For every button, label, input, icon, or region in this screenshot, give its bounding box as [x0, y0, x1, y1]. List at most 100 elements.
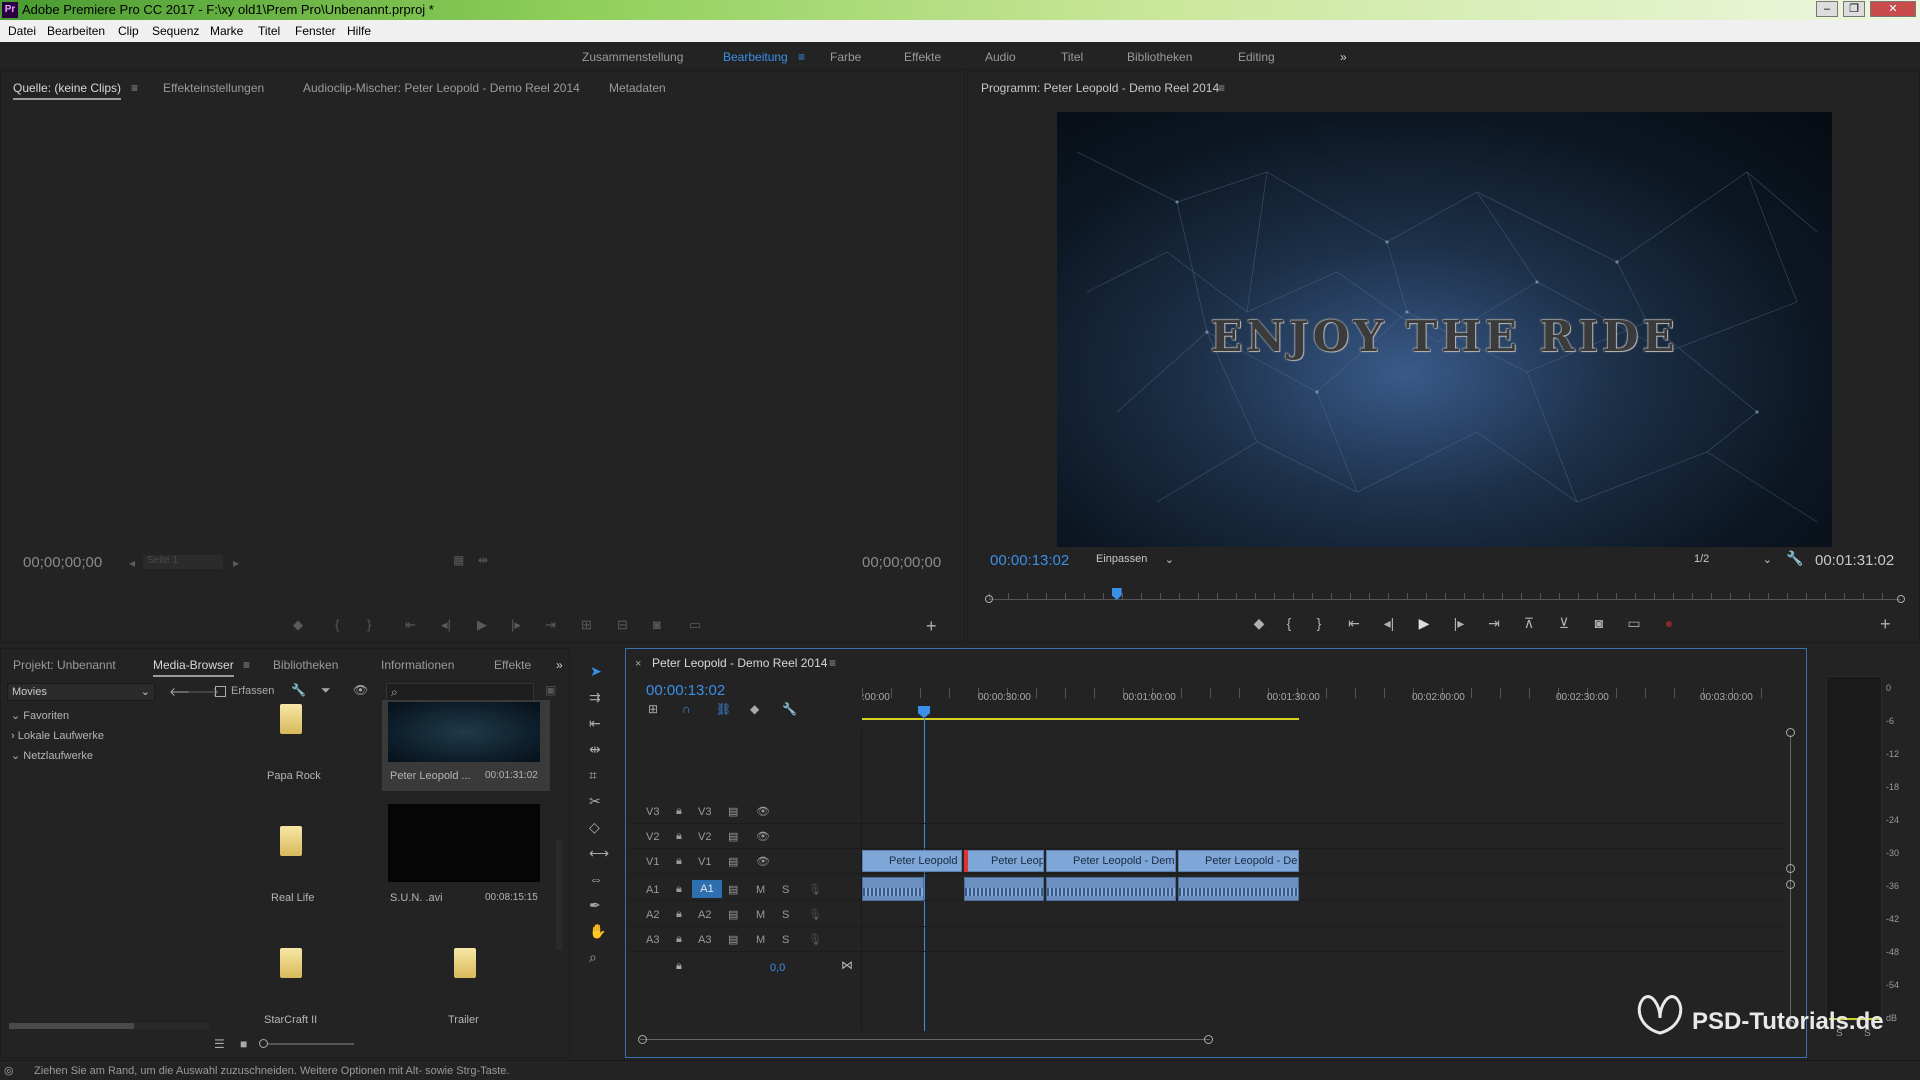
program-fit-select[interactable]: Einpassen ⌄ [1092, 552, 1176, 568]
program-resolution-select[interactable]: 1/2 ⌄ [1690, 552, 1774, 568]
workspace-overflow-icon[interactable]: » [1340, 50, 1347, 64]
icon-view-icon[interactable]: ■ [240, 1037, 247, 1051]
menu-datei[interactable]: Datei [8, 24, 36, 38]
media-item[interactable]: Papa Rock [212, 700, 377, 791]
lock-icon[interactable]: 🔒︎ [676, 908, 682, 921]
track-target-a1[interactable]: A1 [646, 884, 659, 896]
add-marker-icon[interactable]: ◆ [750, 702, 759, 716]
selection-tool-icon[interactable]: ➤ [590, 663, 602, 680]
eye-icon[interactable]: 👁 [756, 855, 770, 868]
sync-lock-icon[interactable]: ▤ [728, 933, 738, 946]
sync-lock-icon[interactable]: ▤ [728, 830, 738, 843]
video-clip[interactable]: Peter Leop [964, 850, 1044, 872]
tree-item-local-drives[interactable]: › Lokale Laufwerke [11, 726, 104, 746]
view-icon[interactable]: 👁 [353, 683, 368, 697]
tree-item-favorites[interactable]: ⌄ Favoriten [11, 706, 104, 726]
tree-scrollbar-thumb[interactable] [9, 1023, 134, 1029]
source-fit-icon[interactable]: ▦ [453, 553, 464, 567]
program-marker-icon[interactable]: ◆ [1250, 615, 1268, 632]
timeline-hscroll[interactable] [640, 1039, 1210, 1040]
zoom-slider[interactable] [259, 1039, 354, 1048]
work-area-bar[interactable] [862, 718, 1299, 720]
sync-lock-icon[interactable]: ▤ [728, 908, 738, 921]
eye-icon[interactable]: 👁 [756, 830, 770, 843]
rolling-edit-tool-icon[interactable]: ⇹ [589, 741, 601, 758]
program-video-frame[interactable]: ENJOY THE RIDE [1057, 112, 1832, 547]
program-mark-in-icon[interactable]: { [1280, 615, 1298, 631]
audio-clip[interactable] [964, 877, 1044, 901]
program-menu-icon[interactable]: ≡ [1218, 81, 1225, 95]
close-icon[interactable]: ✕ [1870, 1, 1916, 17]
lock-icon[interactable]: 🔒︎ [676, 805, 682, 818]
filter-icon[interactable]: ⏷ [321, 683, 331, 698]
list-view-icon[interactable]: ☰ [214, 1037, 225, 1051]
razor-tool-icon[interactable]: ✂ [589, 793, 601, 810]
source-mark-in-icon[interactable]: { [335, 617, 339, 632]
workspace-audio[interactable]: Audio [985, 50, 1016, 64]
vscroll-handle[interactable] [1786, 864, 1795, 873]
program-extract-icon[interactable]: ⊻ [1555, 615, 1573, 632]
program-scrubber[interactable] [985, 588, 1905, 606]
program-add-icon[interactable]: + [1880, 614, 1891, 635]
program-lift-icon[interactable]: ⊼ [1520, 615, 1538, 632]
lock-icon[interactable]: 🔒︎ [676, 830, 682, 843]
timeline-settings-icon[interactable]: 🔧 [782, 702, 797, 716]
program-step-forward-icon[interactable]: |▸ [1450, 615, 1468, 632]
timeline-close-icon[interactable]: × [635, 658, 641, 670]
media-item[interactable]: StarCraft II [212, 922, 377, 1037]
source-insert-icon[interactable]: ⊞ [581, 617, 592, 633]
timeline-playhead-handle[interactable] [918, 706, 930, 718]
mute-button[interactable]: M [756, 934, 765, 946]
edit-point[interactable] [964, 850, 968, 872]
tab-source[interactable]: Quelle: (keine Clips) [13, 81, 122, 100]
tab-effect-controls[interactable]: Effekteinstellungen [163, 81, 264, 95]
timeline-ruler[interactable]: :00:00 00:00:30:00 00:01:00:00 00:01:30:… [862, 688, 1786, 722]
microphone-icon[interactable]: 🎙 [808, 933, 822, 946]
timeline-title[interactable]: Peter Leopold - Demo Reel 2014 [652, 656, 827, 670]
slide-tool-icon[interactable]: ⟷ [589, 845, 609, 862]
page-prev-icon[interactable]: ◂ [129, 556, 135, 570]
program-mark-out-icon[interactable]: } [1310, 615, 1328, 631]
media-item-selected[interactable]: Peter Leopold ... 00:01:31:02 [382, 700, 550, 791]
sync-lock-icon[interactable]: ▤ [728, 855, 738, 868]
master-volume-value[interactable]: 0,0 [770, 962, 785, 974]
maximize-icon[interactable]: ❐ [1843, 1, 1865, 17]
ripple-edit-tool-icon[interactable]: ⇤ [589, 715, 601, 732]
slide-tool-alt-icon[interactable]: ⇔ [589, 871, 603, 887]
linked-selection-icon[interactable]: ⛓ [716, 702, 731, 716]
track-target-v2[interactable]: V2 [646, 831, 659, 843]
workspace-bearbeitung[interactable]: Bearbeitung [723, 50, 788, 64]
timeline-menu-icon[interactable]: ≡ [829, 656, 836, 670]
program-timecode[interactable]: 00:00:13:02 [990, 552, 1069, 569]
minimize-icon[interactable]: – [1816, 1, 1838, 17]
media-grid-scrollbar[interactable] [556, 840, 562, 950]
tab-project[interactable]: Projekt: Unbenannt [13, 658, 116, 672]
rate-stretch-tool-icon[interactable]: ⌗ [589, 767, 597, 784]
pen-tool-icon[interactable]: ✒ [589, 897, 601, 914]
lock-icon[interactable]: 🔒︎ [676, 855, 682, 868]
project-overflow-icon[interactable]: » [556, 658, 563, 672]
zoom-tool-icon[interactable]: ⌕ [589, 949, 597, 966]
solo-button[interactable]: S [782, 934, 789, 946]
video-clip[interactable]: Peter Leopold - Dem [1046, 850, 1176, 872]
hscroll-start-handle[interactable] [638, 1035, 647, 1044]
source-camera-icon[interactable]: ◙ [653, 617, 661, 632]
tab-metadata[interactable]: Metadaten [609, 81, 666, 95]
tab-audio-clip-mixer[interactable]: Audioclip-Mischer: Peter Leopold - Demo … [303, 81, 580, 95]
video-clip[interactable]: Peter Leopold - De [1178, 850, 1299, 872]
source-goto-out-icon[interactable]: ⇥ [545, 617, 556, 633]
track-target-a3[interactable]: A3 [646, 934, 659, 946]
browser-options-icon[interactable]: ▣ [545, 683, 556, 697]
program-step-back-icon[interactable]: ◂| [1380, 615, 1398, 632]
source-timecode-out[interactable]: 00;00;00;00 [862, 554, 941, 571]
tree-scrollbar[interactable] [9, 1023, 209, 1029]
track-label-a1[interactable]: A1 [692, 880, 722, 898]
hand-tool-icon[interactable]: ✋ [589, 923, 606, 940]
page-select[interactable]: Seite 1 [143, 555, 223, 569]
sync-lock-icon[interactable]: ▤ [728, 883, 738, 896]
eye-icon[interactable]: 👁 [756, 805, 770, 818]
microphone-icon[interactable]: 🎙 [808, 883, 822, 896]
media-browser-menu-icon[interactable]: ≡ [243, 658, 250, 672]
nest-icon[interactable]: ⊞ [648, 702, 658, 716]
source-overwrite-icon[interactable]: ⊟ [617, 617, 628, 633]
